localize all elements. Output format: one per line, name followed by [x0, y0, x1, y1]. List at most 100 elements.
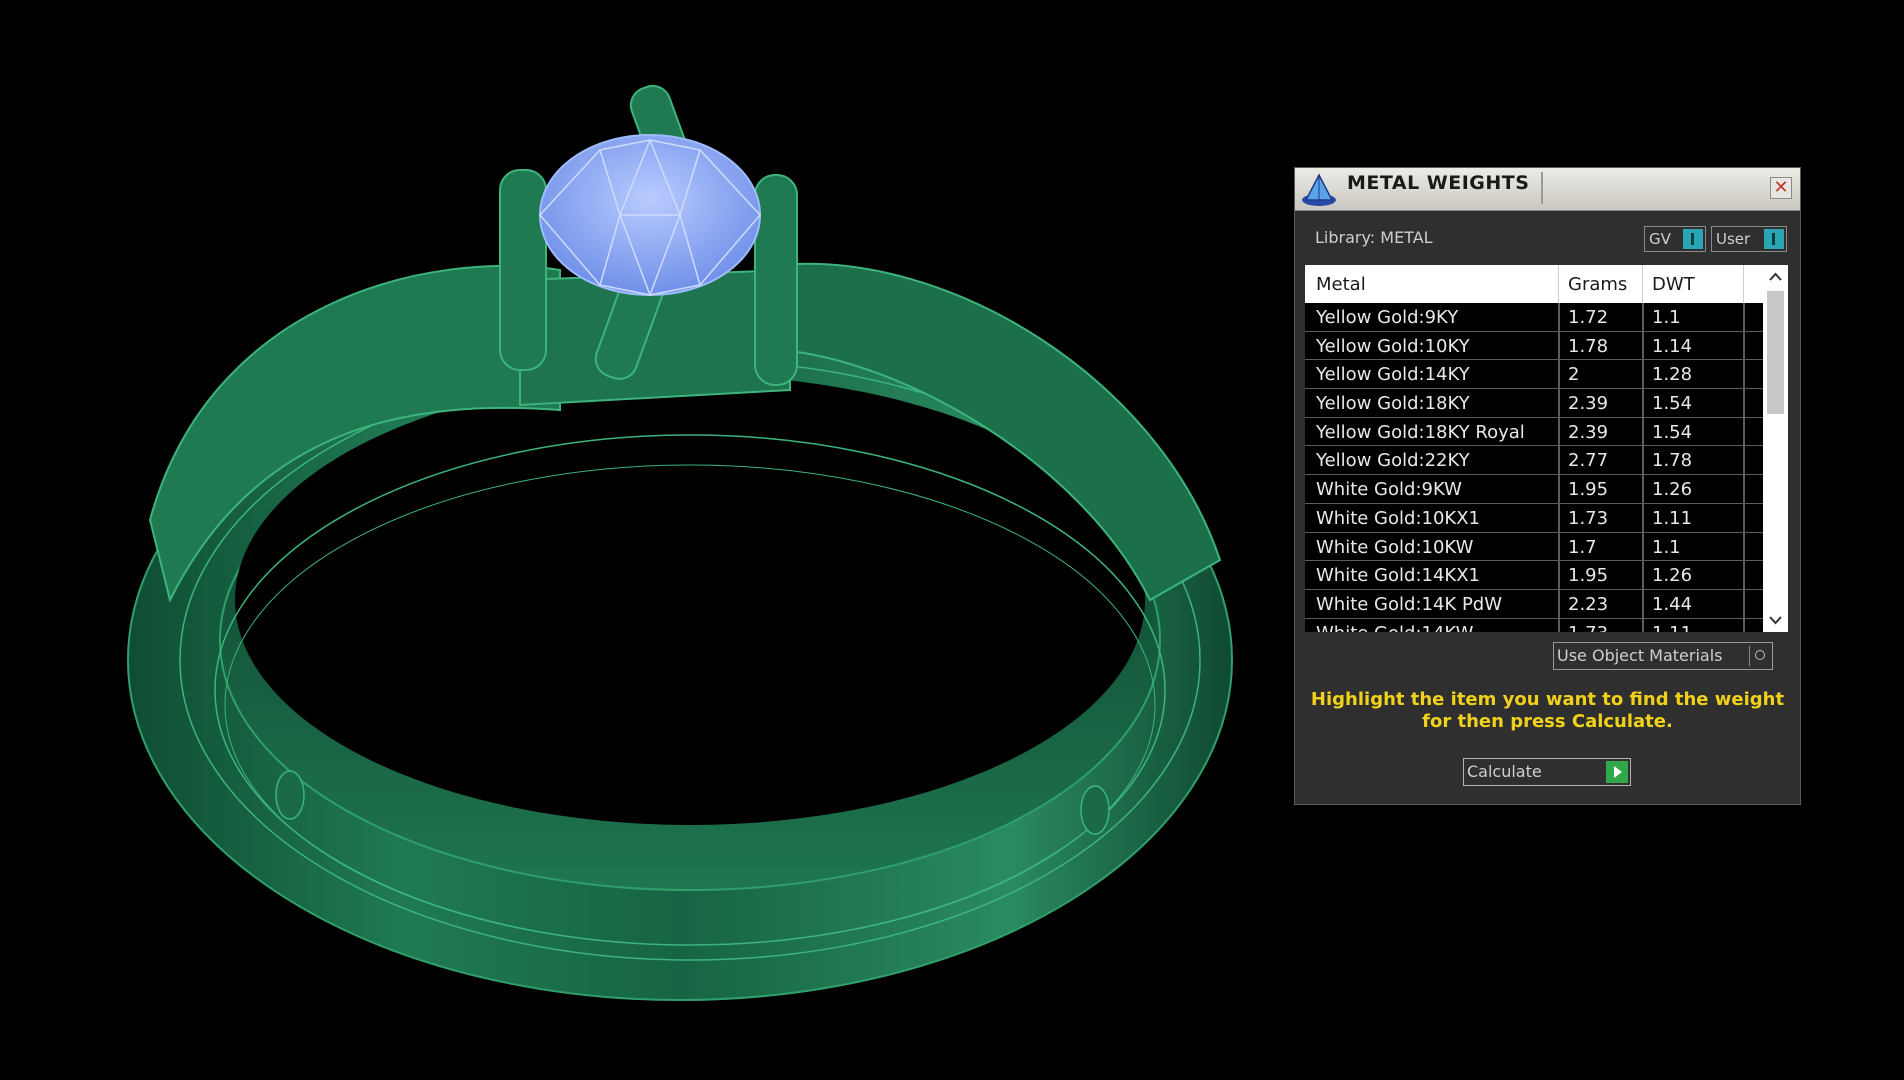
column-divider	[1642, 446, 1644, 475]
table-row[interactable]: Yellow Gold:22KY 2.77 1.78	[1305, 446, 1763, 476]
cell-dwt: 1.26	[1652, 479, 1693, 501]
calculate-label: Calculate	[1467, 762, 1542, 781]
toggle-switch-icon	[1683, 229, 1703, 249]
table-row[interactable]: Yellow Gold:10KY 1.78 1.14	[1305, 331, 1763, 361]
cell-grams: 2.39	[1568, 421, 1609, 443]
prong	[499, 169, 547, 371]
cell-grams: 2	[1568, 364, 1580, 386]
app-logo-icon	[1302, 173, 1336, 206]
table-row[interactable]: White Gold:14KW 1.73 1.11	[1305, 618, 1763, 632]
panel-titlebar[interactable]: METAL WEIGHTS ✕	[1295, 168, 1800, 211]
cell-dwt: 1.1	[1652, 307, 1681, 328]
play-arrow-icon	[1606, 761, 1628, 783]
toggle-switch-icon	[1764, 229, 1784, 249]
table-row[interactable]: White Gold:10KX1 1.73 1.11	[1305, 503, 1763, 533]
radio-button-icon[interactable]	[1749, 646, 1769, 666]
column-divider	[1558, 417, 1560, 446]
cell-metal: Yellow Gold:18KY Royal	[1316, 421, 1525, 443]
cell-dwt: 1.1	[1652, 536, 1681, 558]
metal-weights-panel: METAL WEIGHTS ✕ Library: METAL GV User M…	[1294, 167, 1801, 805]
cell-metal: White Gold:10KX1	[1316, 507, 1481, 529]
cell-metal: Yellow Gold:18KY	[1316, 393, 1470, 415]
column-divider	[1558, 331, 1560, 360]
cell-grams: 1.72	[1568, 307, 1609, 328]
cell-grams: 2.39	[1568, 393, 1609, 415]
column-divider	[1743, 389, 1745, 418]
column-divider	[1743, 503, 1745, 532]
table-scrollbar[interactable]	[1763, 265, 1788, 632]
cell-dwt: 1.54	[1652, 421, 1693, 443]
cell-dwt: 1.44	[1652, 593, 1693, 615]
calculate-button[interactable]: Calculate	[1463, 758, 1631, 786]
cell-dwt: 1.11	[1652, 507, 1693, 529]
column-divider	[1642, 360, 1644, 389]
cell-metal: White Gold:10KW	[1316, 536, 1474, 558]
use-object-materials-option[interactable]: Use Object Materials	[1553, 642, 1773, 670]
scroll-thumb[interactable]	[1767, 291, 1784, 414]
column-divider	[1558, 446, 1560, 475]
column-divider	[1558, 618, 1560, 632]
cell-metal: White Gold:14KX1	[1316, 565, 1481, 587]
column-divider	[1558, 589, 1560, 618]
column-divider	[1558, 360, 1560, 389]
column-divider	[1743, 360, 1745, 389]
gv-toggle-label: GV	[1649, 230, 1671, 248]
cell-grams: 1.7	[1568, 536, 1597, 558]
table-row[interactable]: White Gold:14KX1 1.95 1.26	[1305, 561, 1763, 590]
metal-table: Metal Grams DWT Yellow Gold:9KY 1.72 1.1 Ye…	[1305, 265, 1788, 632]
user-library-toggle[interactable]: User	[1711, 226, 1787, 252]
column-divider	[1642, 303, 1644, 331]
column-divider	[1642, 589, 1644, 618]
cell-dwt: 1.26	[1652, 565, 1693, 587]
column-divider	[1558, 389, 1560, 418]
table-row[interactable]: White Gold:10KW 1.7 1.1	[1305, 532, 1763, 562]
cell-metal: Yellow Gold:10KY	[1316, 335, 1470, 357]
column-divider	[1642, 475, 1644, 504]
cell-grams: 2.77	[1568, 450, 1609, 472]
cell-dwt: 1.78	[1652, 450, 1693, 472]
table-row[interactable]: Yellow Gold:18KY Royal 2.39 1.54	[1305, 417, 1763, 447]
cell-metal: Yellow Gold:14KY	[1316, 364, 1470, 386]
table-row[interactable]: Yellow Gold:14KY 2 1.28	[1305, 360, 1763, 390]
column-divider	[1743, 618, 1745, 632]
cell-grams: 1.73	[1568, 623, 1608, 632]
column-divider	[1558, 532, 1560, 561]
column-divider	[1642, 417, 1644, 446]
cell-metal: White Gold:9KW	[1316, 479, 1462, 501]
band-lug	[275, 770, 305, 820]
column-header-metal[interactable]: Metal	[1316, 274, 1366, 295]
column-header-dwt[interactable]: DWT	[1652, 274, 1695, 295]
column-divider	[1558, 303, 1560, 331]
gv-library-toggle[interactable]: GV	[1644, 226, 1706, 252]
column-divider	[1743, 446, 1745, 475]
column-divider	[1743, 417, 1745, 446]
cell-metal: Yellow Gold:22KY	[1316, 450, 1470, 472]
instruction-line-2: for then press Calculate.	[1422, 711, 1673, 732]
use-object-materials-label: Use Object Materials	[1557, 646, 1723, 665]
table-row[interactable]: White Gold:14K PdW 2.23 1.44	[1305, 589, 1763, 619]
table-body: Yellow Gold:9KY 1.72 1.1 Yellow Gold:10KY 1.…	[1305, 303, 1763, 632]
scroll-up-icon[interactable]	[1763, 265, 1788, 289]
column-divider	[1743, 561, 1745, 590]
table-row[interactable]: White Gold:9KW 1.95 1.26	[1305, 475, 1763, 504]
column-header-grams[interactable]: Grams	[1568, 274, 1627, 295]
cell-grams: 1.95	[1568, 565, 1609, 587]
close-button[interactable]: ✕	[1770, 177, 1792, 199]
column-divider	[1642, 503, 1644, 532]
panel-title: METAL WEIGHTS	[1347, 172, 1530, 194]
table-row[interactable]: Yellow Gold:9KY 1.72 1.1	[1305, 303, 1763, 332]
scroll-down-icon[interactable]	[1763, 608, 1788, 632]
cell-dwt: 1.54	[1652, 393, 1693, 415]
cell-grams: 1.78	[1568, 335, 1609, 357]
column-divider	[1743, 532, 1745, 561]
instruction-text: Highlight the item you want to find the …	[1295, 689, 1800, 733]
cell-metal: White Gold:14KW	[1316, 623, 1473, 632]
cell-metal: Yellow Gold:9KY	[1316, 307, 1459, 328]
column-divider	[1642, 265, 1643, 303]
cell-grams: 1.95	[1568, 479, 1609, 501]
cell-dwt: 1.11	[1652, 623, 1692, 632]
column-divider	[1743, 265, 1744, 303]
table-row[interactable]: Yellow Gold:18KY 2.39 1.54	[1305, 389, 1763, 418]
table-header: Metal Grams DWT	[1305, 265, 1763, 303]
instruction-line-1: Highlight the item you want to find the …	[1310, 689, 1785, 710]
